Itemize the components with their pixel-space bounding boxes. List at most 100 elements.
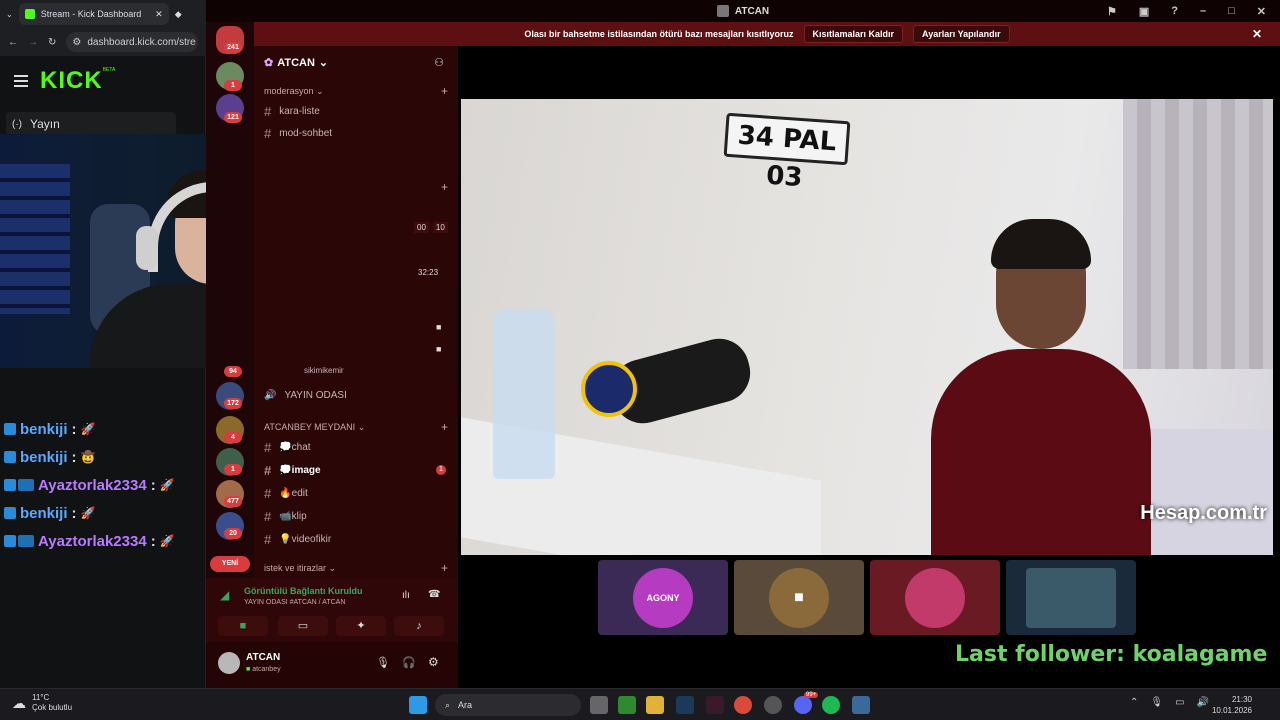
unread-badge: 241 [224, 42, 242, 53]
chat-username[interactable]: Ayaztorlak2334 [38, 477, 147, 494]
extension-icon[interactable]: ◆ [175, 9, 182, 20]
chat-username[interactable]: benkiji [20, 421, 68, 438]
maximize-icon[interactable]: □ [1228, 5, 1235, 17]
disconnect-icon[interactable]: ☎ [428, 589, 440, 600]
url-text: dashboard.kick.com/stre [87, 36, 196, 48]
inbox-icon[interactable]: ▣ [1139, 5, 1149, 18]
menu-icon[interactable] [14, 75, 28, 87]
volume-icon[interactable]: 🔊 [1197, 697, 1209, 708]
app-icon[interactable] [706, 696, 724, 714]
add-channel-icon[interactable]: + [441, 84, 448, 98]
weather-widget[interactable]: ☁ 11°C Çok bulutlu [12, 693, 72, 713]
sub-badge-icon [4, 423, 16, 435]
participant-tile[interactable]: AGONY [598, 560, 728, 635]
unread-badge: 94 [224, 366, 242, 377]
reload-icon[interactable]: ↻ [48, 37, 56, 48]
tab-close-icon[interactable]: ✕ [155, 9, 163, 20]
microphone-icon[interactable]: 🎙 [376, 656, 390, 669]
system-clock[interactable]: 21:30 10.01.2026 [1212, 694, 1252, 716]
category-istek[interactable]: istek ve itirazlar ⌄ [264, 563, 336, 574]
chat-separator: : [71, 420, 77, 438]
voice-user[interactable]: sikimikemir [304, 366, 344, 375]
voice-connection-panel: ◢ Görüntülü Bağlantı Kuruldu YAYIN ODASI… [206, 578, 458, 642]
microphone-tray-icon[interactable]: 🎙 [1150, 697, 1163, 708]
channel-mod-sohbet[interactable]: # mod-sohbet [264, 126, 332, 141]
signal-icon[interactable]: ◢ [220, 588, 229, 602]
chat-username[interactable]: Ayaztorlak2334 [38, 533, 147, 550]
noise-suppression-icon[interactable]: ılı [402, 590, 410, 601]
chrome-icon[interactable] [734, 696, 752, 714]
add-member-icon[interactable]: ⚇ [434, 56, 444, 69]
file-explorer-icon[interactable] [646, 696, 664, 714]
participant-tile[interactable] [870, 560, 1000, 635]
channel-chat[interactable]: # 💭chat [264, 440, 311, 455]
channel-klip[interactable]: # 📹klip [264, 509, 307, 524]
speaker-icon: 🔊 [264, 390, 277, 401]
unread-badge: 20 [224, 528, 242, 539]
channel-image[interactable]: # 💭image [264, 463, 321, 478]
add-channel-icon[interactable]: + [441, 180, 448, 194]
minimize-icon[interactable]: – [1200, 5, 1206, 17]
task-view-icon[interactable] [590, 696, 608, 714]
main-video-stream[interactable]: 34 PAL 03 Hesap.com.tr [461, 99, 1273, 555]
add-channel-icon[interactable]: + [441, 420, 448, 434]
voice-location[interactable]: YAYIN ODASI #ATCAN / ATCAN [244, 599, 345, 606]
participant-tile[interactable]: ■ [734, 560, 864, 635]
add-channel-icon[interactable]: + [441, 561, 448, 575]
headset-ear-left [136, 226, 158, 270]
chevron-up-icon[interactable]: ⌃ [1130, 697, 1138, 708]
channel-videofikir[interactable]: # 💡videofikir [264, 532, 331, 547]
flag-icon[interactable]: ⚑ [1107, 5, 1117, 18]
nav-item-yayin[interactable]: (·) Yayın [6, 112, 176, 136]
person-body [931, 349, 1151, 555]
chat-emote: 🚀 [80, 506, 96, 520]
activities-button[interactable]: ✦ [336, 616, 386, 636]
browser-tab-bar: ⌄ Stream - Kick Dashboard ✕ ◆ [0, 0, 206, 28]
network-icon[interactable]: ▭ [1175, 697, 1184, 708]
browser-tab[interactable]: Stream - Kick Dashboard ✕ [18, 3, 169, 25]
kick-favicon-icon [24, 9, 35, 19]
user-settings-gear-icon[interactable]: ⚙ [428, 655, 439, 669]
chat-username[interactable]: benkiji [20, 505, 68, 522]
chat-username[interactable]: benkiji [20, 449, 68, 466]
participant-tile[interactable] [1006, 560, 1136, 635]
category-atcanbey[interactable]: ATCANBEY MEYDANI ⌄ [264, 422, 365, 433]
channel-kara-liste[interactable]: # kara-liste [264, 104, 320, 119]
channel-yayin-odasi[interactable]: 🔊 YAYIN ODASI [264, 390, 347, 401]
taskbar-search[interactable]: ⌕ Ara [435, 694, 581, 716]
steam-icon[interactable] [676, 696, 694, 714]
taskbar: ☁ 11°C Çok bulutlu ⌕ Ara 99+ ⌃ 🎙 ▭ 🔊 21:… [0, 688, 1280, 720]
kick-logo[interactable]: KICKBETA [40, 67, 115, 95]
screen-share-button[interactable]: ▭ [278, 616, 328, 636]
chat-emote: 🚀 [159, 534, 175, 548]
close-window-icon[interactable]: ✕ [1257, 5, 1266, 18]
configure-settings-button[interactable]: Ayarları Yapılandır [913, 25, 1010, 43]
url-field[interactable]: ⚙ dashboard.kick.com/stre [66, 32, 198, 52]
server-name[interactable]: ✿ ATCAN ⌄ [264, 56, 328, 70]
app-icon[interactable] [852, 696, 870, 714]
discord-icon[interactable] [794, 696, 812, 714]
minecraft-icon[interactable] [618, 696, 636, 714]
banner-close-icon[interactable]: ✕ [1252, 27, 1262, 41]
forward-icon[interactable]: → [28, 37, 38, 48]
channel-edit[interactable]: # 🔥edit [264, 486, 308, 501]
soundboard-button[interactable]: ♪ [394, 616, 444, 636]
sub-badge-icon [4, 535, 16, 547]
back-icon[interactable]: ← [8, 37, 18, 48]
headphones-icon[interactable]: 🎧 [402, 656, 416, 669]
start-windows-icon[interactable] [409, 696, 427, 714]
site-info-icon[interactable]: ⚙ [72, 37, 81, 48]
user-name[interactable]: ATCAN [246, 652, 280, 663]
help-icon[interactable]: ? [1171, 5, 1178, 17]
obs-icon[interactable] [764, 696, 782, 714]
voice-status[interactable]: Görüntülü Bağlantı Kuruldu [244, 586, 363, 596]
camera-button[interactable]: ■ [218, 616, 268, 636]
spotify-icon[interactable] [822, 696, 840, 714]
category-moderasyon[interactable]: moderasyon ⌄ [264, 86, 324, 97]
remove-restrictions-button[interactable]: Kısıtlamaları Kaldır [803, 25, 904, 43]
search-icon: ⌕ [445, 699, 451, 710]
new-badge[interactable]: YENİ [210, 556, 250, 572]
avatar [1026, 567, 1116, 628]
avatar[interactable] [218, 652, 240, 674]
tab-list-icon[interactable]: ⌄ [6, 10, 13, 19]
